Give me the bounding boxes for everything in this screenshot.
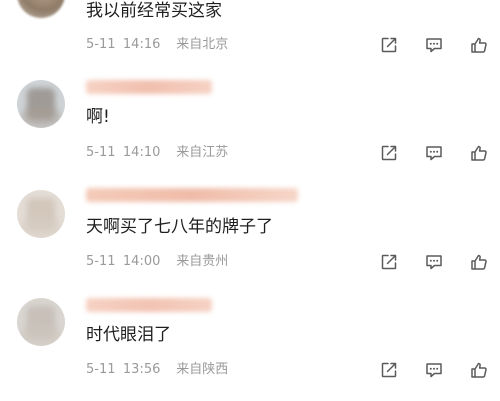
- thumbs-up-icon[interactable]: [470, 361, 488, 379]
- comment-time: 14:10: [122, 145, 161, 160]
- commenter-username-blurred[interactable]: [86, 80, 212, 94]
- thumbs-up-icon[interactable]: [470, 36, 488, 54]
- comment-actions: [353, 36, 488, 54]
- thumbs-up-icon[interactable]: [470, 253, 488, 271]
- comment-time: 14:00: [122, 254, 161, 269]
- comment-meta: 5-11 13:56 来自陕西: [86, 362, 228, 378]
- commenter-avatar[interactable]: [17, 80, 65, 128]
- comment-icon[interactable]: [425, 144, 443, 162]
- comments-page: { "comments": [ { "text": "我以前经常买这家", "d…: [0, 0, 500, 401]
- comment-icon[interactable]: [425, 361, 443, 379]
- comment-location: 来自贵州: [176, 254, 229, 269]
- comment-text: 啊!: [86, 107, 110, 127]
- comment-location: 来自北京: [176, 37, 229, 52]
- share-icon[interactable]: [380, 36, 398, 54]
- share-icon[interactable]: [380, 361, 398, 379]
- thumbs-up-icon[interactable]: [470, 144, 488, 162]
- comment-meta: 5-11 14:00 来自贵州: [86, 254, 228, 270]
- commenter-avatar[interactable]: [17, 190, 65, 238]
- comment-meta: 5-11 14:16 来自北京: [86, 37, 228, 53]
- comment-actions: [353, 144, 488, 162]
- comment-text: 时代眼泪了: [86, 325, 171, 345]
- share-icon[interactable]: [380, 253, 398, 271]
- commenter-avatar[interactable]: [17, 298, 65, 346]
- comment-time: 13:56: [122, 362, 161, 377]
- comment-location: 来自江苏: [176, 145, 229, 160]
- commenter-username-blurred[interactable]: [86, 298, 212, 312]
- comment-actions: [353, 361, 488, 379]
- commenter-username-blurred[interactable]: [86, 188, 298, 202]
- comment-actions: [353, 253, 488, 271]
- comment-time: 14:16: [122, 37, 161, 52]
- comment-date: 5-11: [86, 37, 116, 52]
- comment-icon[interactable]: [425, 253, 443, 271]
- comment-icon[interactable]: [425, 36, 443, 54]
- comment-date: 5-11: [86, 145, 116, 160]
- share-icon[interactable]: [380, 144, 398, 162]
- comment-date: 5-11: [86, 254, 116, 269]
- comment-text: 我以前经常买这家: [86, 1, 222, 21]
- comment-text: 天啊买了七八年的牌子了: [86, 217, 273, 237]
- comment-location: 来自陕西: [176, 362, 229, 377]
- comment-date: 5-11: [86, 362, 116, 377]
- comment-meta: 5-11 14:10 来自江苏: [86, 145, 228, 161]
- commenter-avatar[interactable]: [17, 0, 65, 18]
